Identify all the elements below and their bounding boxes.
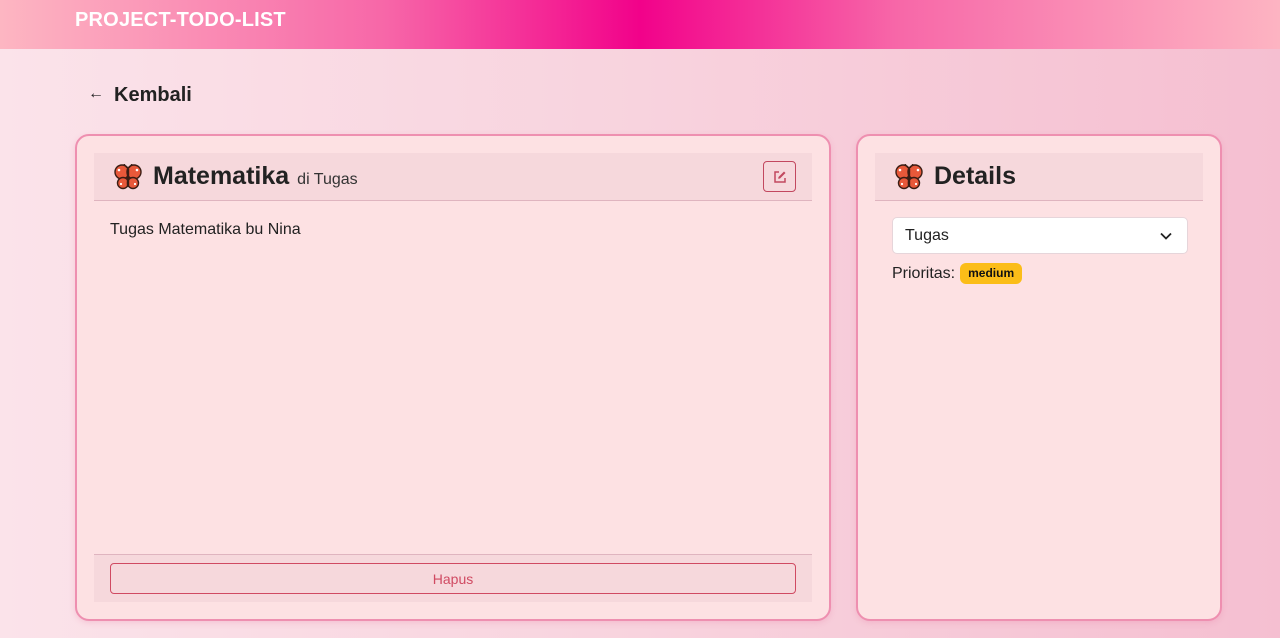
edit-button[interactable] <box>763 161 796 192</box>
delete-button[interactable]: Hapus <box>110 563 796 594</box>
back-arrow-icon: ← <box>88 84 104 102</box>
category-select[interactable]: Tugas <box>892 217 1188 254</box>
edit-icon <box>773 170 786 183</box>
priority-badge: medium <box>960 263 1023 284</box>
brand-title[interactable]: PROJECT-TODO-LIST <box>75 9 286 32</box>
category-select-value: Tugas <box>905 226 949 244</box>
butterfly-icon <box>895 163 923 189</box>
task-description: Tugas Matematika bu Nina <box>110 221 301 238</box>
back-label: Kembali <box>114 84 192 106</box>
navbar: PROJECT-TODO-LIST <box>0 0 1280 49</box>
priority-row: Prioritas: medium <box>892 263 1023 284</box>
task-card: Matematika di Tugas Tugas Matematika bu … <box>75 134 831 621</box>
details-card-header: Details <box>875 153 1203 201</box>
task-card-footer: Hapus <box>94 554 812 602</box>
details-title: Details <box>934 162 1016 190</box>
task-card-header: Matematika di Tugas <box>94 153 812 201</box>
task-category-subtitle: di Tugas <box>297 170 358 188</box>
chevron-down-icon <box>1160 232 1172 240</box>
details-card: Details Tugas Prioritas: medium <box>856 134 1222 621</box>
back-link[interactable]: ← Kembali <box>88 84 192 107</box>
task-title: Matematika <box>153 162 290 190</box>
butterfly-icon <box>114 163 142 189</box>
priority-label: Prioritas: <box>892 264 956 282</box>
